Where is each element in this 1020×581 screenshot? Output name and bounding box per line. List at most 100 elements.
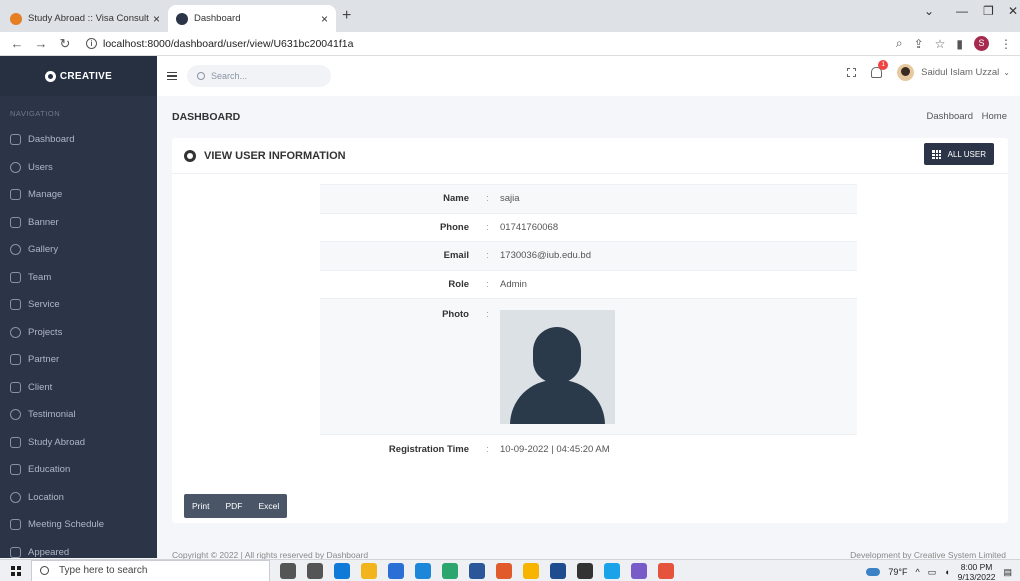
fullscreen-icon[interactable] (847, 68, 857, 77)
separator: : (477, 298, 498, 435)
taskbar-app-icon[interactable] (388, 563, 404, 579)
taskbar-app-icon[interactable] (361, 563, 377, 579)
share-icon[interactable]: ⇪ (914, 37, 924, 51)
sidebar-item-label: Education (28, 464, 71, 476)
sidebar-item-meeting-schedule[interactable]: Meeting Schedule (0, 511, 157, 539)
volume-icon[interactable]: ◖ (944, 567, 949, 577)
separator: : (477, 269, 498, 299)
layers-icon (10, 326, 21, 338)
taskbar-app-icon[interactable] (604, 563, 620, 579)
tray-chevron-icon[interactable]: ^ (915, 567, 919, 577)
taskbar-app-icon[interactable] (280, 563, 296, 579)
close-tab-icon[interactable]: × (321, 12, 328, 26)
silhouette-head (533, 327, 581, 383)
taskbar-search-input[interactable]: Type here to search (31, 559, 270, 581)
banner-icon (10, 216, 21, 228)
taskbar-app-icon[interactable] (631, 563, 647, 579)
bookmark-star-icon[interactable]: ☆ (935, 37, 946, 51)
info-row-name: Name: sajia (320, 184, 857, 213)
close-window-icon[interactable]: ✕ (1008, 4, 1018, 18)
windows-start-icon[interactable] (11, 565, 21, 576)
inbox-icon (10, 409, 21, 421)
sidebar-item-banner[interactable]: Banner (0, 209, 157, 237)
url-field[interactable]: i localhost:8000/dashboard/user/view/U63… (86, 38, 353, 50)
sidebar-item-dashboard[interactable]: Dashboard (0, 126, 157, 154)
weather-icon (866, 568, 881, 576)
taskbar-app-icon[interactable] (523, 563, 539, 579)
clock[interactable]: 8:00 PM 9/13/2022 (958, 562, 996, 581)
taskbar-app-icon[interactable] (496, 563, 512, 579)
taskbar-app-icon[interactable] (469, 563, 485, 579)
sidebar-item-location[interactable]: Location (0, 484, 157, 512)
sidebar-item-gallery[interactable]: Gallery (0, 236, 157, 264)
profile-avatar[interactable]: S (974, 36, 989, 51)
taskbar-app-icon[interactable] (658, 563, 674, 579)
email-label: Email (320, 241, 477, 270)
target-icon (10, 381, 21, 393)
separator: : (477, 241, 498, 270)
user-menu[interactable]: Saidul Islam Uzzal ⌄ (897, 64, 1010, 81)
taskbar-app-icon[interactable] (577, 563, 593, 579)
sidebar-item-users[interactable]: Users (0, 154, 157, 182)
browser-tab-bar: Study Abroad :: Visa Consultancy × Dashb… (0, 0, 1020, 32)
print-button[interactable]: Print (184, 494, 218, 518)
sidebar-item-manage[interactable]: Manage (0, 181, 157, 209)
sidebar-item-label: Study Abroad (28, 436, 86, 448)
sidebar-item-partner[interactable]: Partner (0, 346, 157, 374)
taskbar-app-icon[interactable] (550, 563, 566, 579)
gear-icon (10, 189, 21, 201)
info-row-email: Email:1730036@iub.edu.bd (320, 241, 857, 270)
close-tab-icon[interactable]: × (153, 12, 160, 26)
team-icon (10, 271, 21, 283)
sidebar-item-label: Testimonial (28, 409, 76, 421)
minimize-icon[interactable]: — (956, 4, 968, 18)
notification-center-icon[interactable]: ▤ (1003, 567, 1012, 578)
menu-toggle-icon[interactable] (167, 70, 177, 83)
taskbar-app-icon[interactable] (334, 563, 350, 579)
partner-icon (10, 354, 21, 366)
site-info-icon[interactable]: i (86, 38, 97, 49)
sidebar-item-testimonial[interactable]: Testimonial (0, 401, 157, 429)
map-icon (10, 491, 21, 503)
new-tab-icon[interactable]: + (342, 7, 351, 25)
sidebar-item-projects[interactable]: Projects (0, 319, 157, 347)
sidebar-item-label: Partner (28, 354, 60, 366)
calendar-icon (10, 519, 21, 531)
sidebar-item-label: Team (28, 271, 52, 283)
excel-button[interactable]: Excel (250, 494, 288, 518)
back-icon[interactable]: ← (10, 36, 24, 51)
maximize-icon[interactable]: ❐ (983, 4, 994, 18)
forward-icon[interactable]: → (34, 36, 48, 51)
browser-tab-study-abroad[interactable]: Study Abroad :: Visa Consultancy × (2, 5, 168, 32)
user-info-card: VIEW USER INFORMATION ALL USER Name: saji… (172, 138, 1008, 523)
taskbar-app-icon[interactable] (415, 563, 431, 579)
search-input[interactable]: Search... (187, 65, 331, 87)
zoom-icon[interactable]: ⌕ (896, 36, 903, 51)
weather-temp[interactable]: 79°F (888, 567, 907, 577)
taskbar-app-icon[interactable] (307, 563, 323, 579)
sidepanel-icon[interactable]: ▮ (956, 37, 963, 51)
reload-icon[interactable]: ↻ (58, 36, 72, 52)
tab-search-chevron-icon[interactable]: ⌄ (924, 4, 934, 18)
browser-menu-icon[interactable]: ⋮ (1000, 37, 1012, 51)
name-label: Name (320, 184, 477, 213)
sidebar-item-client[interactable]: Client (0, 374, 157, 402)
taskbar-app-icon[interactable] (442, 563, 458, 579)
network-icon[interactable]: ▭ (928, 567, 937, 578)
sidebar-item-study-abroad[interactable]: Study Abroad (0, 429, 157, 457)
breadcrumb-dashboard[interactable]: Dashboard (927, 111, 973, 122)
pdf-button[interactable]: PDF (217, 494, 251, 518)
all-user-button[interactable]: ALL USER (923, 143, 994, 165)
sidebar-item-team[interactable]: Team (0, 264, 157, 292)
sidebar-item-education[interactable]: Education (0, 456, 157, 484)
notification-bell-icon[interactable]: 1 (871, 60, 889, 78)
gallery-icon (10, 244, 21, 256)
sidebar-item-label: Banner (28, 216, 59, 228)
brand-logo[interactable]: CREATIVE (0, 56, 157, 96)
breadcrumb-home[interactable]: Home (982, 111, 1007, 122)
system-tray: 79°F ^ ▭ ◖ 8:00 PM 9/13/2022 ▤ (866, 562, 1012, 581)
browser-tab-dashboard[interactable]: Dashboard × (168, 5, 336, 32)
taskbar-search-placeholder: Type here to search (59, 565, 148, 576)
sidebar-item-service[interactable]: Service (0, 291, 157, 319)
notification-badge: 1 (878, 60, 889, 70)
